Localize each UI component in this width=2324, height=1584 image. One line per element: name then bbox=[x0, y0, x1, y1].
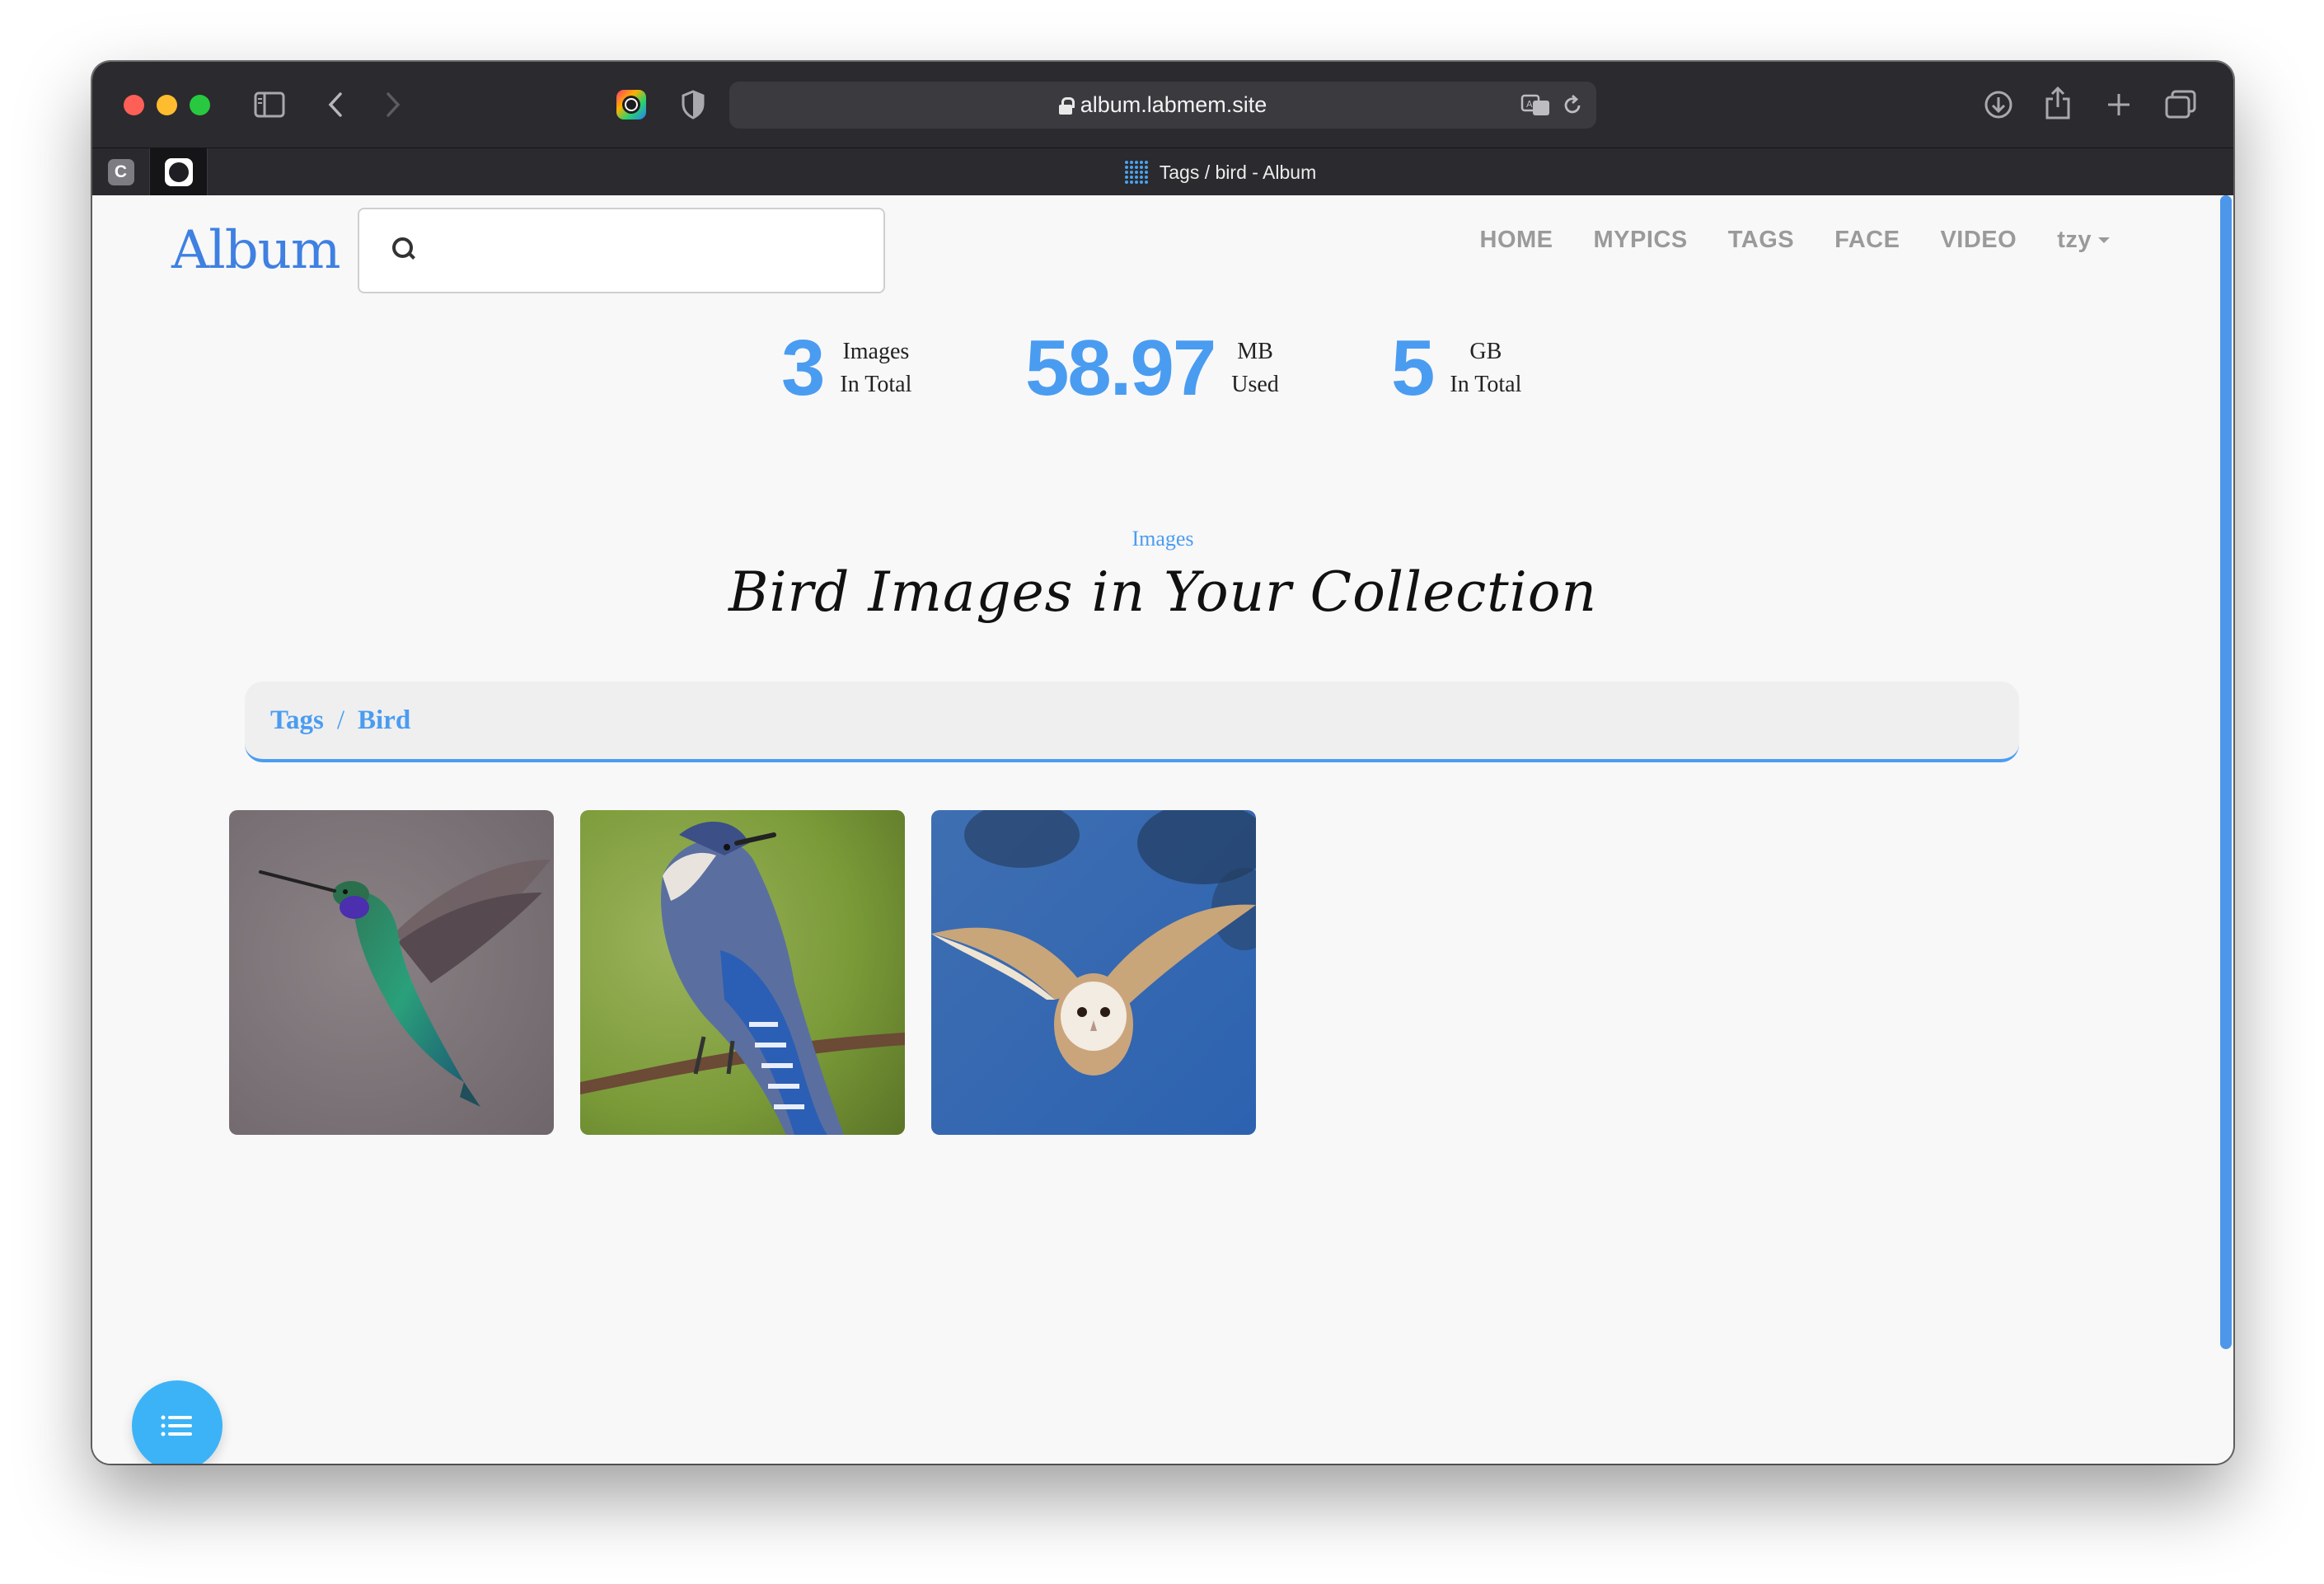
stat-storage-total: 5 GB In Total bbox=[1391, 327, 1521, 410]
album-favicon-icon bbox=[1124, 161, 1148, 184]
page-title: Bird Images in Your Collection bbox=[728, 560, 1598, 624]
breadcrumb-tags[interactable]: Tags bbox=[270, 705, 324, 736]
stat-images-total: 3 Images In Total bbox=[781, 327, 911, 410]
translate-icon[interactable]: A bbox=[1520, 91, 1552, 120]
color-extension-icon[interactable] bbox=[614, 87, 649, 122]
user-name: tzy bbox=[2057, 227, 2092, 253]
menu-fab-button[interactable] bbox=[132, 1380, 223, 1464]
stat-label: Images In Total bbox=[840, 335, 911, 401]
blue-jay-image bbox=[580, 810, 905, 1135]
stat-label-bottom: Used bbox=[1231, 372, 1279, 397]
nav-tags[interactable]: TAGS bbox=[1728, 227, 1794, 254]
tab-bar: C Tags / bird - Album bbox=[92, 148, 2233, 196]
section-eyebrow: Images bbox=[1132, 527, 1194, 551]
reload-icon[interactable] bbox=[1560, 91, 1585, 120]
pinned-app-icon bbox=[164, 158, 193, 186]
stat-label-top: MB bbox=[1237, 339, 1273, 364]
image-thumb-barn-owl[interactable] bbox=[931, 810, 1256, 1135]
user-menu[interactable]: tzy bbox=[2057, 227, 2110, 254]
nav-face[interactable]: FACE bbox=[1834, 227, 1900, 254]
stat-label: GB In Total bbox=[1450, 335, 1521, 401]
stat-label: MB Used bbox=[1231, 335, 1279, 401]
active-tab-title: Tags / bird - Album bbox=[1159, 161, 1317, 183]
tab-overview-icon[interactable] bbox=[2163, 88, 2198, 121]
stat-value: 5 bbox=[1391, 324, 1435, 412]
image-thumb-blue-jay[interactable] bbox=[580, 810, 905, 1135]
breadcrumb: Tags / Bird bbox=[245, 682, 2019, 762]
pinned-tab-c-label: C bbox=[107, 159, 134, 185]
main-nav: HOME MYPICS TAGS FACE VIDEO tzy bbox=[1480, 227, 2110, 254]
stat-label-top: GB bbox=[1469, 339, 1502, 364]
new-tab-icon[interactable] bbox=[2103, 88, 2134, 121]
browser-window: album.labmem.site A C Tags / bird - Albu… bbox=[92, 62, 2233, 1464]
minimize-window-button[interactable] bbox=[157, 95, 177, 115]
stat-label-bottom: In Total bbox=[840, 372, 912, 397]
breadcrumb-bird[interactable]: Bird bbox=[358, 705, 410, 736]
image-thumb-hummingbird[interactable] bbox=[229, 810, 554, 1135]
stat-value: 58.97 bbox=[1025, 324, 1216, 412]
page-content: Album HOME MYPICS TAGS FACE VIDEO tzy 3 … bbox=[92, 195, 2233, 1464]
privacy-shield-icon[interactable] bbox=[678, 88, 708, 121]
nav-video[interactable]: VIDEO bbox=[1940, 227, 2017, 254]
zoom-window-button[interactable] bbox=[190, 95, 210, 115]
active-tab[interactable]: Tags / bird - Album bbox=[208, 148, 2233, 196]
search-icon bbox=[392, 237, 417, 262]
nav-home[interactable]: HOME bbox=[1480, 227, 1553, 254]
lock-icon bbox=[1058, 96, 1075, 115]
site-logo[interactable]: Album bbox=[171, 220, 341, 281]
share-icon[interactable] bbox=[2042, 85, 2073, 121]
chevron-down-icon bbox=[2098, 237, 2110, 243]
barn-owl-image bbox=[931, 810, 1256, 1135]
search-input[interactable] bbox=[358, 208, 885, 293]
browser-titlebar: album.labmem.site A bbox=[92, 62, 2233, 148]
nav-mypics[interactable]: MYPICS bbox=[1594, 227, 1688, 254]
pinned-tab-c[interactable]: C bbox=[92, 148, 150, 196]
svg-text:A: A bbox=[1526, 99, 1533, 110]
close-window-button[interactable] bbox=[124, 95, 144, 115]
pinned-tab-app[interactable] bbox=[150, 148, 208, 196]
stat-value: 3 bbox=[781, 324, 825, 412]
hummingbird-image bbox=[229, 810, 554, 1135]
url-text: album.labmem.site bbox=[1080, 92, 1267, 117]
forward-icon[interactable] bbox=[381, 90, 405, 120]
stat-storage-used: 58.97 MB Used bbox=[1025, 327, 1279, 410]
sidebar-toggle-icon[interactable] bbox=[253, 90, 286, 120]
stat-label-bottom: In Total bbox=[1450, 372, 1522, 397]
list-icon bbox=[161, 1415, 192, 1436]
back-icon[interactable] bbox=[323, 90, 348, 120]
downloads-icon[interactable] bbox=[1982, 88, 2015, 121]
breadcrumb-separator: / bbox=[336, 705, 344, 735]
address-bar[interactable]: album.labmem.site A bbox=[729, 82, 1596, 129]
stat-label-top: Images bbox=[842, 339, 910, 364]
image-gallery bbox=[229, 810, 1256, 1135]
page-scrollbar[interactable] bbox=[2220, 195, 2232, 1349]
